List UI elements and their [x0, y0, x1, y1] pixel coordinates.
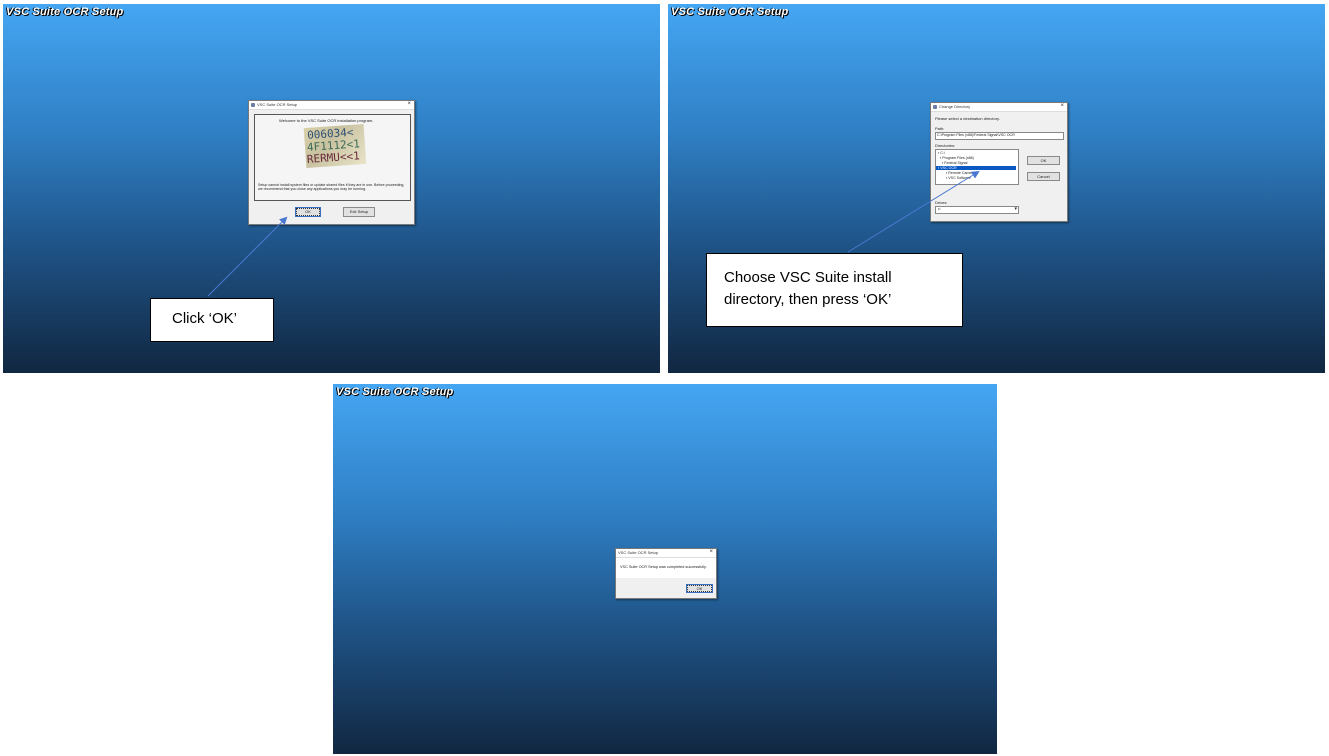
setup-title: VSC Suite OCR Setup [671, 6, 789, 18]
directory-list[interactable]: ▪ C:\ ▪ Program Files (x86) ▪ Federal Si… [935, 149, 1019, 185]
welcome-dialog: VSC Suite OCR Setup × Welcome to the VSC… [248, 100, 415, 225]
callout-text: Click ‘OK’ [172, 310, 238, 327]
callout-choose-directory: Choose VSC Suite install directory, then… [706, 253, 963, 327]
chevron-down-icon[interactable]: ▾ [1014, 206, 1017, 212]
completion-body: VSC Suite OCR Setup was completed succes… [616, 558, 716, 578]
dir-item[interactable]: ▪ VSC Software [946, 176, 971, 180]
dir-item-selected[interactable]: ▪ VSC OCR [936, 166, 1016, 170]
dir-item[interactable]: ▪ Remote Camera [946, 171, 975, 175]
dialog-title: Change Directory [939, 104, 971, 109]
setup-title: VSC Suite OCR Setup [6, 6, 124, 18]
screenshot-step3: VSC Suite OCR Setup VSC Suite OCR Setup … [333, 384, 997, 754]
instruction-text: Please select a destination directory. [935, 116, 1000, 121]
screenshot-step2: VSC Suite OCR Setup Change Directory × P… [668, 4, 1325, 373]
setup-title: VSC Suite OCR Setup [336, 386, 454, 398]
welcome-text: Welcome to the VSC Suite OCR installatio… [279, 118, 374, 123]
directories-label: Directories: [935, 143, 956, 148]
ok-button[interactable]: OK [295, 207, 321, 217]
screenshot-step1: VSC Suite OCR Setup VSC Suite OCR Setup … [3, 4, 660, 373]
close-icon[interactable]: × [407, 101, 411, 107]
completion-message: VSC Suite OCR Setup was completed succes… [620, 565, 707, 569]
drives-select[interactable]: c: ▾ [935, 206, 1019, 214]
ocr-sample-image: 006034< 4F1112<1 RERMU<<1 [303, 123, 367, 169]
path-label: Path: [935, 126, 945, 131]
change-directory-dialog: Change Directory × Please select a desti… [930, 102, 1068, 222]
dialog-titlebar: VSC Suite OCR Setup × [249, 101, 414, 110]
ok-button[interactable]: OK [1027, 156, 1060, 165]
path-input[interactable]: C:\Program Files (x86)\Federal Signal\VS… [935, 132, 1064, 140]
close-icon[interactable]: × [709, 549, 713, 555]
completion-dialog: VSC Suite OCR Setup × VSC Suite OCR Setu… [615, 548, 717, 599]
callout-click-ok: Click ‘OK’ [150, 298, 274, 342]
dialog-titlebar: VSC Suite OCR Setup × [616, 549, 716, 558]
path-value: C:\Program Files (x86)\Federal Signal\VS… [937, 133, 1015, 137]
setup-icon [933, 104, 937, 109]
callout-line1: Choose VSC Suite install [724, 269, 892, 286]
dialog-titlebar: Change Directory × [931, 103, 1067, 112]
dir-item[interactable]: ▪ Federal Signal [942, 161, 967, 165]
dialog-title: VSC Suite OCR Setup [257, 102, 298, 107]
exit-setup-button[interactable]: Exit Setup [343, 207, 375, 217]
dir-item[interactable]: ▪ Program Files (x86) [940, 156, 974, 160]
drive-value: c: [938, 207, 941, 211]
warning-text: Setup cannot install system files or upd… [258, 183, 405, 192]
close-icon[interactable]: × [1060, 103, 1064, 109]
drives-label: Drives: [935, 200, 948, 205]
dialog-title: VSC Suite OCR Setup [618, 550, 659, 555]
welcome-panel: Welcome to the VSC Suite OCR installatio… [254, 114, 411, 201]
setup-icon [251, 102, 255, 107]
ocr-image-line3: RERMU<<1 [306, 149, 361, 166]
cancel-button[interactable]: Cancel [1027, 172, 1060, 181]
callout-line2: directory, then press ‘OK’ [724, 291, 892, 308]
dir-item[interactable]: ▪ C:\ [938, 151, 945, 155]
ok-button[interactable]: OK [686, 584, 713, 593]
